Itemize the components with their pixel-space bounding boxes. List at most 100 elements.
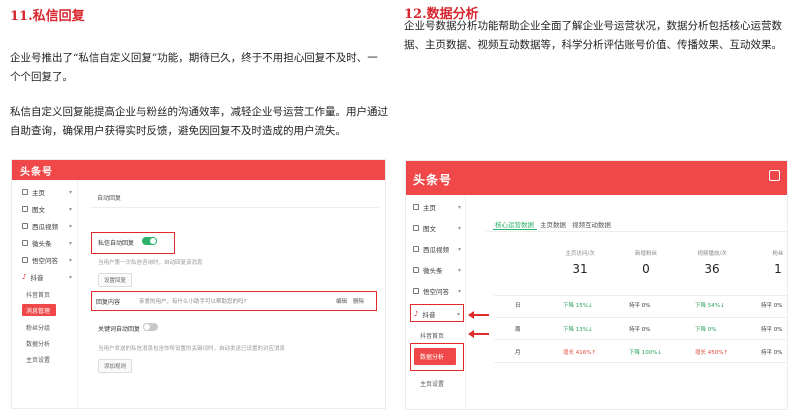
sidebar-sub-fans-group[interactable]: 粉丝分组 xyxy=(26,323,50,332)
chevron-down-icon: ▾ xyxy=(68,273,72,281)
panel-title: 自动回复 xyxy=(97,195,122,202)
stat-label: 粉丝 xyxy=(772,251,784,257)
chevron-down-icon: ▾ xyxy=(457,245,461,253)
article-icon xyxy=(413,225,419,231)
stat-value: 0 xyxy=(642,262,650,276)
sidebar-item-micro[interactable]: 微头条 ▾ xyxy=(22,238,72,248)
paragraph-line: 据、主页数据、视频互动数据等，科学分析评估账号价值、传播效果、互动效果。 xyxy=(404,39,782,51)
tab-video-data[interactable]: 视频互动数据 xyxy=(572,219,611,229)
row-divider xyxy=(494,362,787,363)
reply-edit-link[interactable]: 编辑 xyxy=(336,297,347,305)
chevron-down-icon: ▾ xyxy=(457,266,461,274)
private-reply-toggle[interactable] xyxy=(142,237,157,245)
sidebar-item-article[interactable]: 图文 ▾ xyxy=(413,223,461,233)
section-title-private-message: 11.私信回复 xyxy=(10,9,85,24)
row-cell: 持平 0% xyxy=(761,327,783,333)
toggle-knob xyxy=(144,324,150,330)
douyin-icon: ♪ xyxy=(22,273,27,281)
stat-value: 31 xyxy=(572,262,588,276)
brand-logo: 头条号 xyxy=(20,167,53,178)
chevron-down-icon: ▾ xyxy=(68,239,72,247)
sidebar-sub-douyin-home[interactable]: 抖音首页 xyxy=(420,331,444,340)
row-cell: 增长 450%↑ xyxy=(695,350,729,356)
paragraph-line: 私信自定义回复能提高企业与粉丝的沟通效率，减轻企业号运营工作量。用户通过 xyxy=(10,106,388,118)
toggle-knob xyxy=(150,238,156,244)
tab-core-data[interactable]: 核心运营数据 xyxy=(495,219,534,229)
sidebar-item-home[interactable]: 主页 ▾ xyxy=(22,187,72,197)
set-reply-button[interactable]: 设置回复 xyxy=(98,273,133,287)
hint-private-reply: 当用户第一次私信咨询时，自动回复该消息 xyxy=(98,260,203,266)
row-cell: 持平 0% xyxy=(629,303,651,309)
micro-post-icon xyxy=(22,240,28,246)
row-cell: 下降 0% xyxy=(695,327,717,333)
stat-label: 视频播放/次 xyxy=(697,251,727,257)
stat-label: 主页访问/次 xyxy=(565,251,595,257)
top-bar: 头条号 xyxy=(406,161,787,195)
stat-label: 新增粉丝 xyxy=(634,251,657,257)
hint-keyword-reply: 当用户发送的私信消息包含你所设置的关键词时，自动发送已设置的对应消息 xyxy=(98,346,286,352)
row-cell: 下降 15%↓ xyxy=(563,303,593,309)
stat-value: 36 xyxy=(704,262,720,276)
toggle-label-private: 私信自动回复 xyxy=(98,240,135,247)
divider xyxy=(486,231,787,232)
paragraph-benefit: 私信自定义回复能提高企业与粉丝的沟通效率，减轻企业号运营工作量。用户通过 自助查… xyxy=(10,103,388,141)
qa-icon xyxy=(413,288,419,294)
article-icon xyxy=(22,206,28,212)
paragraph-data-analysis: 企业号数据分析功能帮助企业全面了解企业号运营状况，数据分析包括核心运营数 据、主… xyxy=(404,17,788,55)
sidebar-item-douyin[interactable]: ♪ 抖音 ▾ xyxy=(414,309,460,319)
row-divider xyxy=(494,295,787,296)
keyword-reply-toggle[interactable] xyxy=(143,323,158,331)
row-period: 日 xyxy=(515,303,521,309)
sidebar-sub-message-active[interactable]: 消息管理 xyxy=(22,304,56,316)
sidebar-sub-home-settings[interactable]: 主页设置 xyxy=(420,379,444,388)
paragraph-line: 企业号推出了“私信自定义回复”功能，期待已久，终于不用担心回复不及时、一 xyxy=(10,52,378,64)
sidebar-item-qa[interactable]: 悟空问答 ▾ xyxy=(22,255,72,265)
sidebar: 主页 ▾ 图文 ▾ 西瓜视频 ▾ 微头条 ▾ 悟空问答 ▾ ♪ 抖音 ▾ 抖音首页 消息管理 … xyxy=(12,180,78,408)
video-icon xyxy=(22,223,28,229)
home-icon xyxy=(22,189,28,195)
add-rule-button[interactable]: 添加规则 xyxy=(98,359,133,373)
top-bar: 头条号 xyxy=(12,160,385,180)
row-period: 周 xyxy=(515,327,521,333)
sidebar-item-video[interactable]: 西瓜视频 ▾ xyxy=(22,221,72,231)
pointer-arrow xyxy=(468,311,489,319)
screenshot-data-analysis: 头条号 主页 ▾ 图文 ▾ 西瓜视频 ▾ 微头条 ▾ 悟空问答 ▾ ♪ 抖音 ▾ 抖音首页 数… xyxy=(405,160,788,410)
chevron-down-icon: ▾ xyxy=(68,205,72,213)
sidebar-sub-data-analysis[interactable]: 数据分析 xyxy=(26,339,50,348)
message-icon[interactable] xyxy=(769,170,780,181)
sidebar-item-micro[interactable]: 微头条 ▾ xyxy=(413,265,461,275)
paragraph-line: 企业号数据分析功能帮助企业全面了解企业号运营状况，数据分析包括核心运营数 xyxy=(404,20,782,32)
chevron-down-icon: ▾ xyxy=(456,310,460,318)
reply-delete-link[interactable]: 删除 xyxy=(353,297,364,305)
sidebar-item-home[interactable]: 主页 ▾ xyxy=(413,202,461,212)
stat-value: 1 xyxy=(774,262,782,276)
reply-content-text: 亲爱的用户，有什么小助手可以帮助您的吗? xyxy=(139,299,247,305)
sidebar-item-douyin[interactable]: ♪ 抖音 ▾ xyxy=(22,272,72,282)
row-cell: 持平 0% xyxy=(761,350,783,356)
sidebar-item-qa[interactable]: 悟空问答 ▾ xyxy=(413,286,461,296)
chevron-down-icon: ▾ xyxy=(68,256,72,264)
douyin-icon: ♪ xyxy=(414,310,419,318)
sidebar-sub-data-analysis-active[interactable]: 数据分析 xyxy=(414,348,456,365)
sidebar-sub-douyin-home[interactable]: 抖音首页 xyxy=(26,290,50,299)
sidebar: 主页 ▾ 图文 ▾ 西瓜视频 ▾ 微头条 ▾ 悟空问答 ▾ ♪ 抖音 ▾ 抖音首页 数据分析 … xyxy=(406,195,466,409)
reply-content-label: 回复内容 xyxy=(96,299,121,306)
row-divider xyxy=(494,339,787,340)
divider xyxy=(90,207,379,208)
sidebar-item-video[interactable]: 西瓜视频 ▾ xyxy=(413,244,461,254)
row-period: 月 xyxy=(515,350,521,356)
paragraph-line: 自助查询，确保用户获得实时反馈，避免因回复不及时造成的用户流失。 xyxy=(10,125,346,137)
chevron-down-icon: ▾ xyxy=(457,203,461,211)
row-cell: 持平 0% xyxy=(761,303,783,309)
video-icon xyxy=(413,246,419,252)
chevron-down-icon: ▾ xyxy=(457,287,461,295)
screenshot-auto-reply: 头条号 主页 ▾ 图文 ▾ 西瓜视频 ▾ 微头条 ▾ 悟空问答 ▾ ♪ 抖音 ▾ 抖音首页 消… xyxy=(11,159,386,409)
sidebar-sub-home-settings[interactable]: 主页设置 xyxy=(26,355,50,364)
paragraph-line: 个个回复了。 xyxy=(10,71,73,83)
tab-home-data[interactable]: 主页数据 xyxy=(540,219,566,229)
home-icon xyxy=(413,204,419,210)
row-cell: 下降 54%↓ xyxy=(695,303,725,309)
brand-logo: 头条号 xyxy=(413,173,453,187)
sidebar-item-article[interactable]: 图文 ▾ xyxy=(22,204,72,214)
tab-underline xyxy=(493,229,537,230)
